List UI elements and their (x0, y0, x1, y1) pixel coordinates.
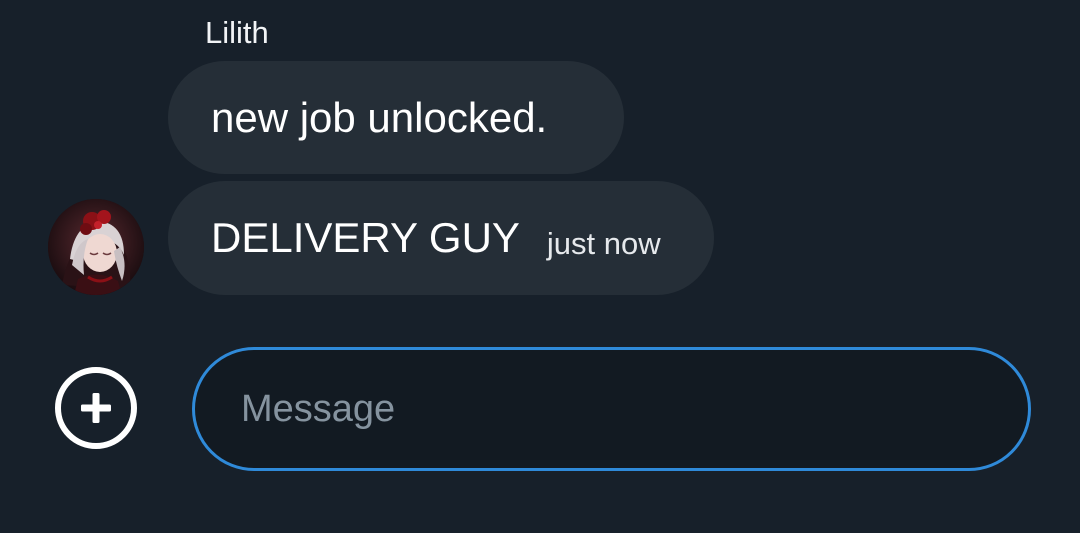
add-attachment-button[interactable] (55, 367, 137, 449)
avatar-image (48, 199, 144, 295)
message-text: DELIVERY GUY (211, 214, 520, 261)
message-bubble[interactable]: DELIVERY GUY just now (168, 181, 714, 295)
plus-icon (81, 393, 111, 423)
sender-name: Lilith (205, 15, 269, 50)
message-text: new job unlocked. (211, 93, 548, 141)
message-bubble[interactable]: new job unlocked. (168, 61, 624, 174)
message-composer (192, 347, 1031, 471)
message-timestamp: just now (546, 226, 661, 261)
message-input[interactable] (241, 350, 981, 468)
avatar[interactable] (48, 199, 144, 295)
